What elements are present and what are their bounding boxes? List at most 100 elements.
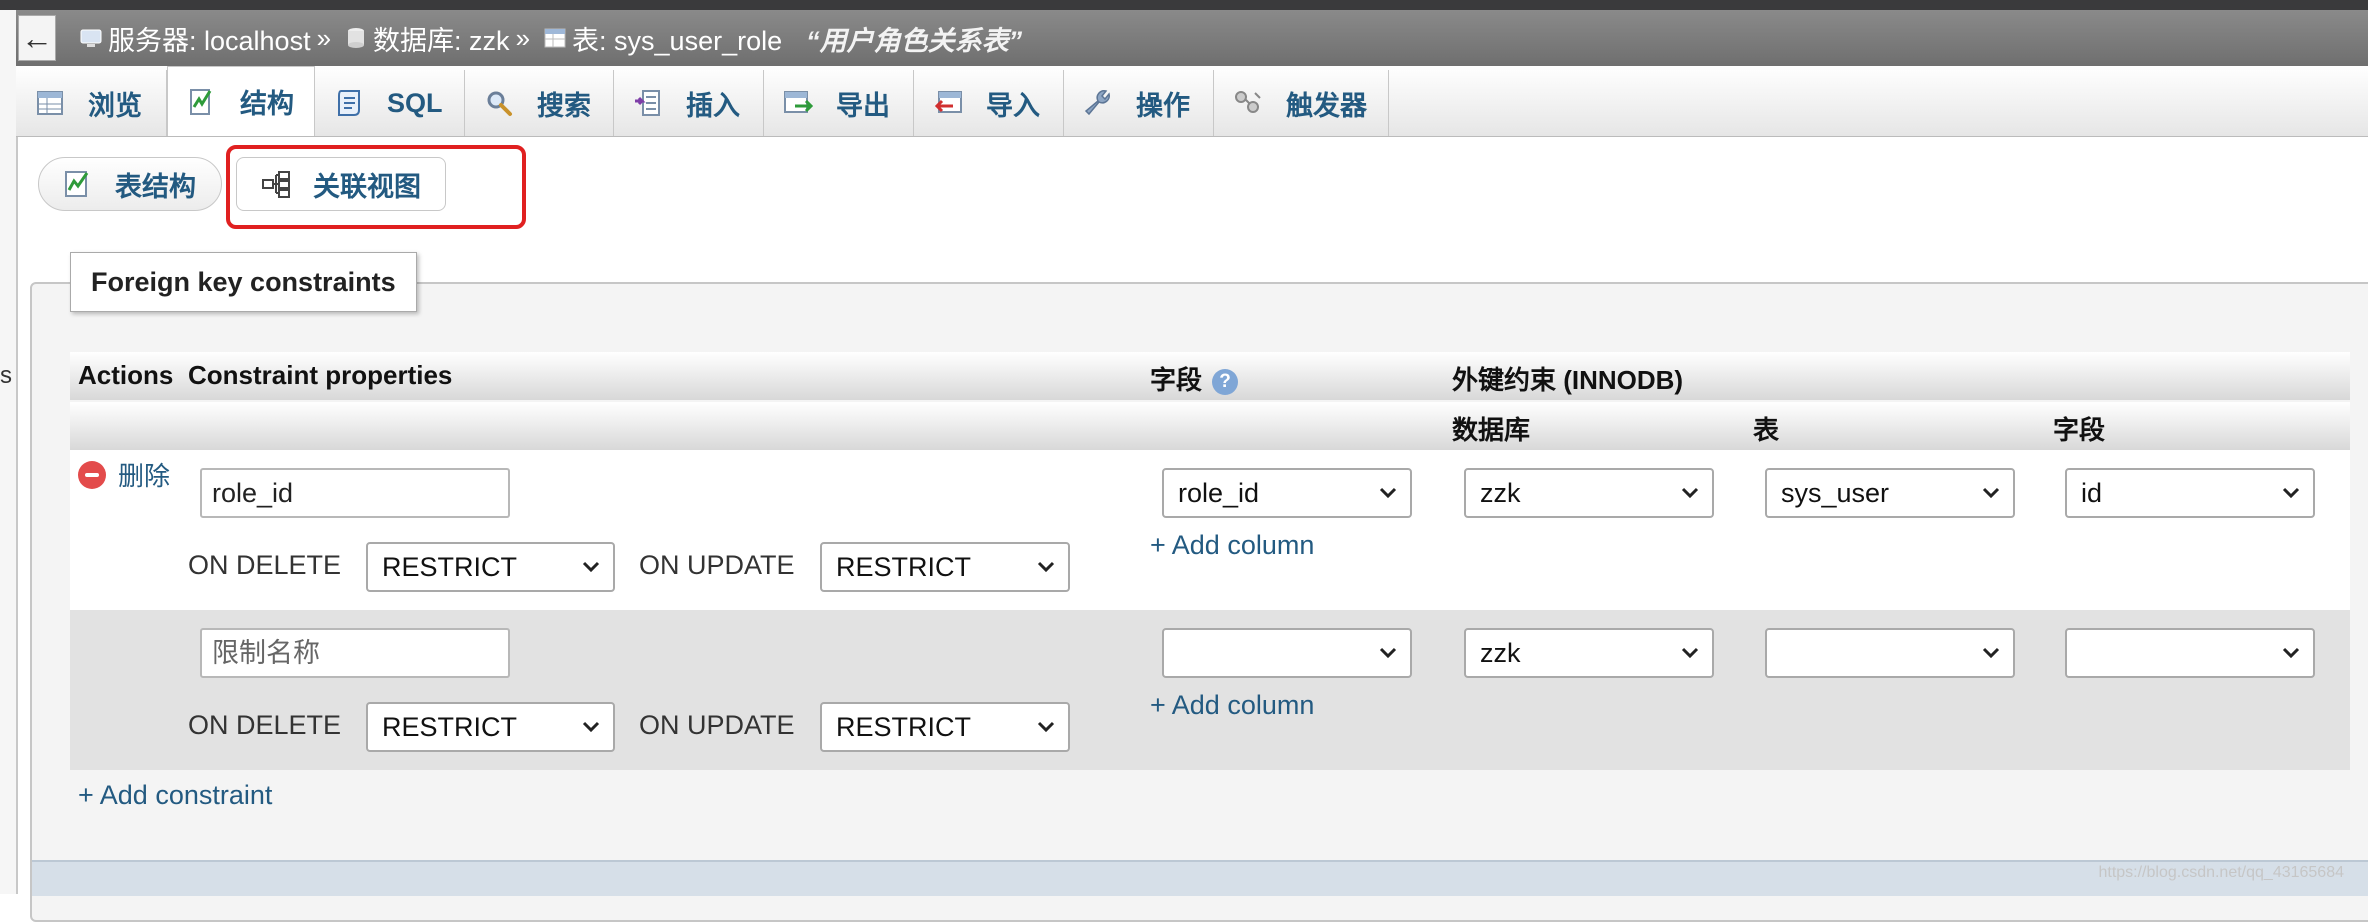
tab-insert[interactable]: 插入 bbox=[614, 70, 764, 136]
chevron-down-icon bbox=[2281, 483, 2301, 503]
select-value: RESTRICT bbox=[382, 711, 517, 742]
table-comment: “用户角色关系表” bbox=[806, 25, 1023, 56]
subtab-label: 表结构 bbox=[115, 171, 196, 202]
triggers-icon bbox=[1232, 87, 1264, 119]
database-icon bbox=[343, 25, 369, 51]
select-value: RESTRICT bbox=[382, 551, 517, 582]
tab-triggers[interactable]: 触发器 bbox=[1214, 70, 1389, 136]
header-foreign-key: 外键约束 (INNODB) bbox=[1452, 365, 1684, 395]
browse-icon bbox=[34, 87, 66, 119]
header-ref-database: 数据库 bbox=[1452, 415, 1531, 445]
on-update-label: ON UPDATE bbox=[639, 710, 795, 740]
tab-label: 浏览 bbox=[88, 90, 142, 121]
on-delete-label: ON DELETE bbox=[188, 550, 342, 580]
breadcrumb: ← 服务器: localhost » 数据库: zzk » 表: sys_use… bbox=[16, 10, 2368, 66]
breadcrumb-table-label: 表: sys_user_role bbox=[572, 25, 783, 56]
on-delete-select[interactable]: RESTRICT bbox=[366, 702, 615, 752]
table-header-row: Actions Constraint properties 字段? 外键约束 (… bbox=[70, 352, 2350, 400]
chevron-down-icon bbox=[1036, 557, 1056, 577]
tab-label: 搜索 bbox=[537, 90, 591, 121]
highlight-box bbox=[226, 145, 526, 229]
select-value: role_id bbox=[1178, 477, 1260, 508]
chevron-down-icon bbox=[1036, 717, 1056, 737]
header-actions: Actions bbox=[78, 360, 174, 390]
select-value: sys_user bbox=[1781, 477, 1890, 508]
header-constraint-properties: Constraint properties bbox=[188, 360, 453, 390]
ref-table-select[interactable]: sys_user bbox=[1765, 468, 2015, 518]
delete-constraint-link[interactable]: 删除 bbox=[78, 456, 170, 493]
footer-bar bbox=[32, 860, 2368, 896]
add-column-link[interactable]: + Add column bbox=[1150, 530, 1314, 561]
ref-column-select[interactable]: id bbox=[2065, 468, 2315, 518]
select-value: zzk bbox=[1480, 477, 1521, 508]
breadcrumb-database-label: 数据库: zzk bbox=[373, 25, 510, 56]
structure-icon bbox=[61, 167, 95, 201]
chevron-down-icon bbox=[1981, 643, 2001, 663]
insert-icon bbox=[632, 87, 664, 119]
tab-import[interactable]: 导入 bbox=[914, 70, 1064, 136]
on-update-label: ON UPDATE bbox=[639, 550, 795, 580]
help-icon[interactable]: ? bbox=[1212, 369, 1239, 396]
header-ref-table: 表 bbox=[1753, 415, 1780, 445]
delete-icon bbox=[78, 460, 106, 489]
main-tabs: 浏览 结构 SQL 搜索 插入 导出 导入 操作 触发器 bbox=[16, 66, 2368, 137]
tab-label: 导出 bbox=[836, 90, 890, 121]
import-icon bbox=[932, 87, 964, 119]
select-value: zzk bbox=[1480, 637, 1521, 668]
chevron-down-icon bbox=[1378, 483, 1398, 503]
add-constraint-link[interactable]: + Add constraint bbox=[78, 780, 272, 811]
table-icon bbox=[542, 25, 568, 51]
header-ref-column: 字段 bbox=[2053, 415, 2106, 445]
tab-label: 触发器 bbox=[1286, 90, 1367, 121]
tab-browse[interactable]: 浏览 bbox=[16, 70, 167, 136]
breadcrumb-database[interactable]: 数据库: zzk bbox=[343, 19, 510, 58]
fieldset-legend: Foreign key constraints bbox=[70, 252, 417, 312]
on-update-select[interactable]: RESTRICT bbox=[820, 702, 1070, 752]
tab-label: 结构 bbox=[240, 89, 294, 119]
on-delete-label: ON DELETE bbox=[188, 710, 342, 740]
breadcrumb-server[interactable]: 服务器: localhost bbox=[78, 19, 311, 58]
tab-search[interactable]: 搜索 bbox=[465, 70, 614, 136]
chevron-down-icon bbox=[1981, 483, 2001, 503]
header-column: 字段? bbox=[1150, 360, 1239, 397]
search-icon bbox=[483, 87, 515, 119]
breadcrumb-table[interactable]: 表: sys_user_role bbox=[542, 19, 782, 58]
select-value: RESTRICT bbox=[836, 551, 971, 582]
column-select[interactable]: role_id bbox=[1162, 468, 1412, 518]
tab-export[interactable]: 导出 bbox=[764, 70, 914, 136]
add-column-link[interactable]: + Add column bbox=[1150, 690, 1314, 721]
table-row: ON DELETE RESTRICT ON UPDATE RESTRICT + … bbox=[70, 610, 2350, 770]
sql-icon bbox=[333, 87, 365, 119]
on-delete-select[interactable]: RESTRICT bbox=[366, 542, 615, 592]
tab-sql[interactable]: SQL bbox=[315, 70, 465, 136]
gutter-text: s bbox=[0, 362, 12, 389]
chevron-down-icon bbox=[1680, 643, 1700, 663]
wrench-icon bbox=[1082, 87, 1114, 119]
export-icon bbox=[782, 87, 814, 119]
on-update-select[interactable]: RESTRICT bbox=[820, 542, 1070, 592]
tab-label: 导入 bbox=[986, 90, 1040, 121]
constraint-name-input[interactable] bbox=[200, 628, 510, 678]
chevron-down-icon bbox=[581, 717, 601, 737]
column-select[interactable] bbox=[1162, 628, 1412, 678]
back-button[interactable]: ← bbox=[18, 15, 56, 61]
window-top-strip bbox=[0, 0, 2368, 10]
table-row: ON DELETE RESTRICT ON UPDATE RESTRICT ro… bbox=[70, 450, 2350, 610]
structure-icon bbox=[186, 86, 218, 118]
subtab-table-structure[interactable]: 表结构 bbox=[38, 157, 222, 211]
server-icon bbox=[78, 25, 104, 51]
constraint-name-input[interactable] bbox=[200, 468, 510, 518]
tab-operations[interactable]: 操作 bbox=[1064, 70, 1214, 136]
navigation-gutter: s bbox=[0, 10, 18, 894]
chevron-down-icon bbox=[1680, 483, 1700, 503]
ref-table-select[interactable] bbox=[1765, 628, 2015, 678]
ref-database-select[interactable]: zzk bbox=[1464, 468, 1714, 518]
ref-column-select[interactable] bbox=[2065, 628, 2315, 678]
table-subheader-row: 数据库 表 字段 bbox=[70, 402, 2350, 450]
ref-database-select[interactable]: zzk bbox=[1464, 628, 1714, 678]
select-value: id bbox=[2081, 477, 2103, 508]
tab-label: 插入 bbox=[686, 90, 740, 121]
breadcrumb-separator: » bbox=[515, 22, 531, 53]
tab-structure[interactable]: 结构 bbox=[167, 66, 315, 136]
watermark: https://blog.csdn.net/qq_43165684 bbox=[2098, 864, 2344, 881]
